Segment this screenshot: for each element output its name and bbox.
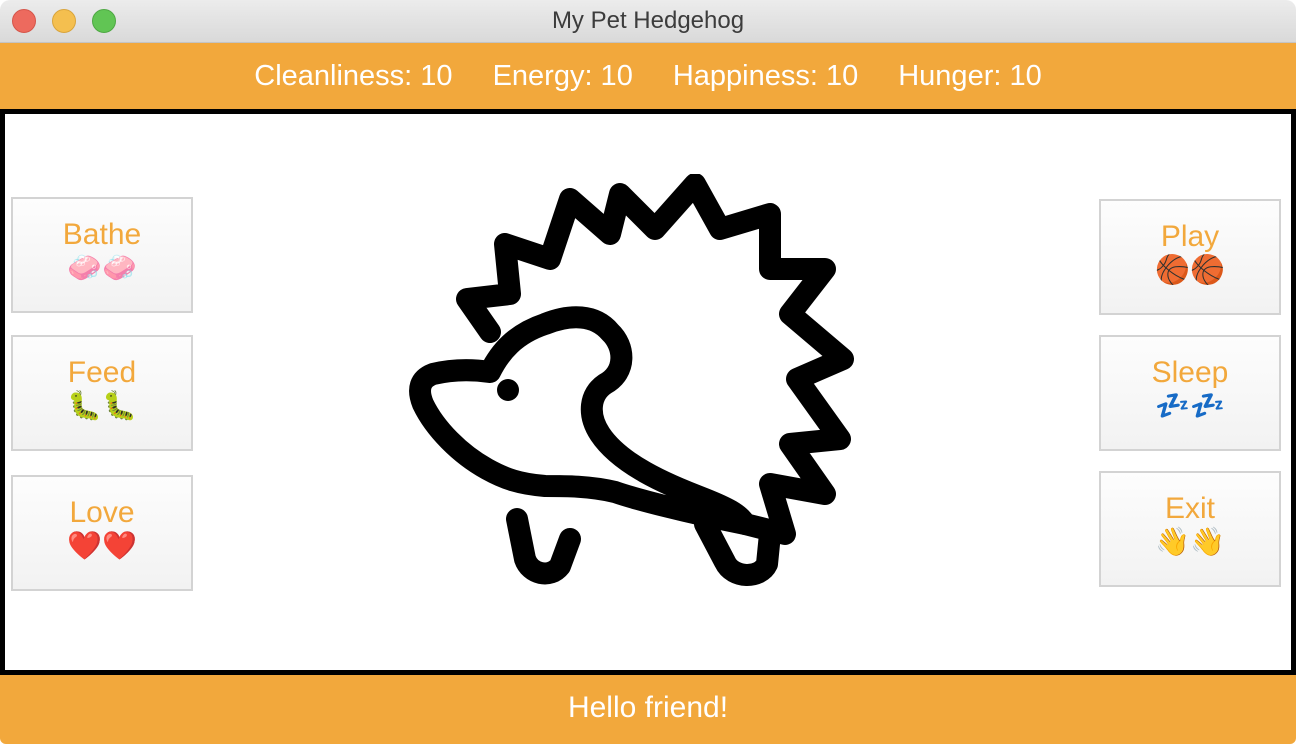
zzz-icon: 💤💤 (1155, 390, 1225, 421)
window-title: My Pet Hedgehog (551, 7, 745, 34)
exit-button[interactable]: Exit 👋👋 (1099, 471, 1281, 587)
love-button[interactable]: Love ❤️❤️ (11, 475, 193, 591)
sleep-button[interactable]: Sleep 💤💤 (1099, 335, 1281, 451)
hedgehog-icon (409, 174, 854, 586)
love-label: Love (69, 496, 135, 529)
exit-label: Exit (1164, 492, 1215, 525)
soap-icon: 🧼🧼 (67, 252, 137, 283)
basketball-icon: 🏀🏀 (1155, 254, 1225, 285)
sleep-label: Sleep (1151, 356, 1229, 389)
app-window: My Pet Hedgehog Cleanliness: 10 Energy: … (0, 0, 1296, 744)
stat-cleanliness: Cleanliness: 10 (254, 59, 453, 92)
feed-label: Feed (67, 356, 137, 389)
bathe-label: Bathe (62, 218, 142, 251)
waving-hand-icon: 👋👋 (1155, 526, 1225, 557)
play-label: Play (1160, 220, 1220, 253)
title-bar: My Pet Hedgehog (0, 0, 1296, 43)
status-message: Hello friend! (0, 675, 1296, 744)
stats-bar: Cleanliness: 10 Energy: 10 Happiness: 10… (0, 43, 1296, 109)
stat-happiness: Happiness: 10 (672, 59, 859, 92)
pet-area: Bathe 🧼🧼 Feed 🐛🐛 Love ❤️❤️ Play 🏀🏀 Sleep… (0, 109, 1296, 675)
stat-energy: Energy: 10 (492, 59, 633, 92)
play-button[interactable]: Play 🏀🏀 (1099, 199, 1281, 315)
bug-icon: 🐛🐛 (67, 390, 137, 421)
stat-hunger: Hunger: 10 (898, 59, 1042, 92)
heart-icon: ❤️❤️ (67, 530, 137, 561)
bathe-button[interactable]: Bathe 🧼🧼 (11, 197, 193, 313)
feed-button[interactable]: Feed 🐛🐛 (11, 335, 193, 451)
